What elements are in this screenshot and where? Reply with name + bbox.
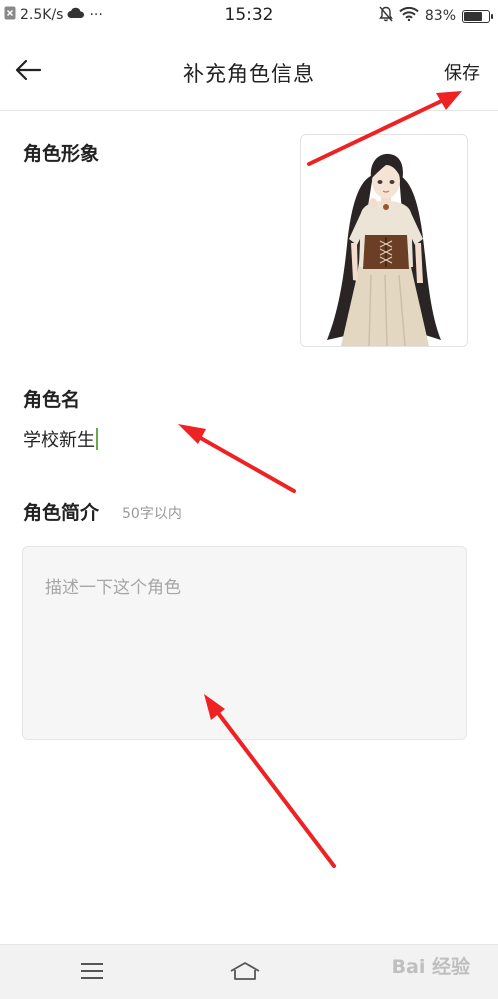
character-illustration [327,153,441,346]
role-intro-label: 角色简介 [23,502,100,524]
role-name-value: 学校新生 [23,430,95,451]
status-bar: 2.5K/s ··· 15:32 83% [0,0,498,34]
role-intro-textarea[interactable]: 描述一下这个角色 [22,546,467,740]
save-button[interactable]: 保存 [444,59,480,85]
menu-button[interactable] [72,957,112,989]
watermark: Bai 经验 [391,956,470,978]
role-intro-hint: 50字以内 [122,506,182,522]
home-button[interactable] [225,957,265,989]
silent-bell-icon [378,6,393,26]
wifi-icon [399,6,419,25]
role-name-input[interactable]: 学校新生 [23,426,98,452]
battery-fill [464,11,482,21]
menu-icon [80,962,104,984]
page-title: 补充角色信息 [183,62,315,86]
role-name-label: 角色名 [23,389,81,411]
arrow-to-name [178,424,296,493]
battery-percent: 83% [424,8,456,24]
home-icon [229,961,261,985]
text-cursor [96,428,98,450]
role-intro-placeholder: 描述一下这个角色 [45,578,181,598]
role-image-label: 角色形象 [23,143,100,165]
battery-icon [462,9,493,23]
header: 补充角色信息 保存 [0,34,498,111]
role-image-picker[interactable] [300,134,468,347]
status-right: 83% [378,6,493,26]
screen: 2.5K/s ··· 15:32 83% 补充角色信息 保存 角色形象 角色名 … [0,0,498,999]
